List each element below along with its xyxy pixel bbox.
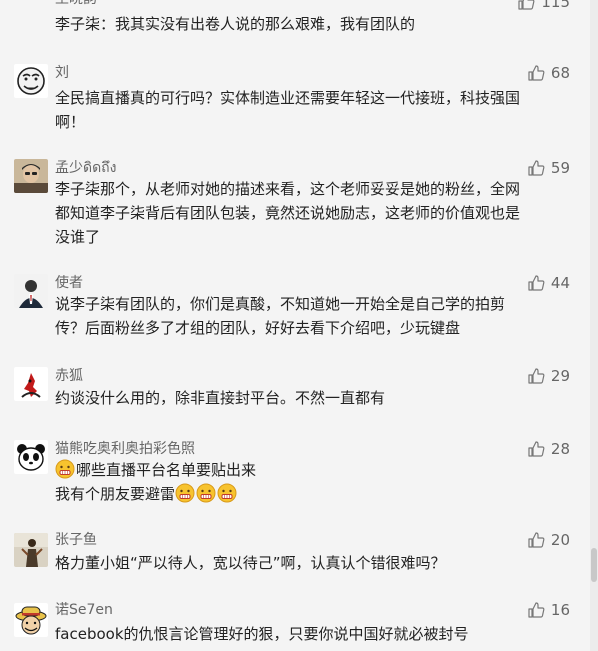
comment-text-segment: 我有个朋友要避雷 (55, 485, 176, 503)
comment-text-line: 哪些直播平台名单要贴出来 (55, 458, 575, 482)
thumbs-up-icon (527, 159, 545, 177)
avatar[interactable] (14, 367, 48, 401)
comment-text-line: 没谁了 (55, 228, 101, 246)
like-button[interactable]: 59 (527, 158, 570, 178)
comment-username[interactable]: 赤狐 (55, 367, 83, 385)
avatar[interactable] (14, 603, 48, 637)
scrollbar[interactable] (590, 0, 598, 651)
thumbs-up-icon (527, 64, 545, 82)
like-button[interactable]: 16 (527, 600, 570, 620)
comment-text-line: 都知道李子柒背后有团队包装，竟然还说她励志，这老师的价值观也是 (55, 204, 521, 222)
like-count: 29 (550, 367, 570, 385)
comment-text-line: facebook的仇恨言论管理好的狠，只要你说中国好就必被封号 (55, 625, 469, 643)
comment-username[interactable]: 猫熊吃奥利奥拍彩色照 (55, 440, 195, 458)
comment-text: 李子柒那个，从老师对她的描述来看，这个老师妥妥是她的粉丝，全网 都知道李子柒背后… (55, 177, 575, 249)
avatar[interactable] (14, 159, 48, 193)
avatar[interactable] (14, 533, 48, 567)
comment-text: 说李子柒有团队的，你们是真酸，不知道她一开始全是自己学的拍剪 传？后面粉丝多了才… (55, 292, 575, 340)
comment-item: 猫熊吃奥利奥拍彩色照 28 哪些直播平台名单要贴出来 我有个朋友要避雷 (0, 436, 590, 516)
avatar[interactable] (14, 440, 48, 474)
comment-text-line: 李子柒：我其实没有出卷人说的那么艰难，我有团队的 (55, 15, 416, 33)
comment-text: 哪些直播平台名单要贴出来 我有个朋友要避雷 (55, 458, 575, 506)
like-count: 115 (541, 0, 570, 11)
like-button[interactable]: 115 (517, 0, 570, 12)
scrollbar-thumb[interactable] (591, 548, 597, 582)
comment-text-line: 格力董小姐“严以待人，宽以待己”啊，认真认个错很难吗？ (55, 554, 446, 572)
like-count: 44 (550, 274, 570, 292)
like-button[interactable]: 28 (527, 439, 570, 459)
comment-item: 赤狐 29 约谈没什么用的，除非直接封平台。不然一直都有 (0, 363, 590, 423)
comment-text: 约谈没什么用的，除非直接封平台。不然一直都有 (55, 386, 575, 410)
thumbs-up-icon (527, 367, 545, 385)
comment-text-line: 约谈没什么用的，除非直接封平台。不然一直都有 (55, 389, 386, 407)
comment-username[interactable]: 刘 (55, 64, 69, 82)
comment-text: 全民搞直播真的可行吗？实体制造业还需要年轻这一代接班，科技强国 啊！ (55, 86, 575, 134)
like-button[interactable]: 68 (527, 63, 570, 83)
comment-text: 格力董小姐“严以待人，宽以待己”啊，认真认个错很难吗？ (55, 551, 575, 575)
comment-username[interactable]: 王晓韵 (55, 0, 97, 8)
like-count: 20 (550, 531, 570, 549)
thumbs-up-icon (517, 0, 535, 11)
comment-item: 张子鱼 20 格力董小姐“严以待人，宽以待己”啊，认真认个错很难吗？ (0, 529, 590, 589)
comment-text-line: 全民搞直播真的可行吗？实体制造业还需要年轻这一代接班，科技强国 (55, 89, 521, 107)
comment-text-segment: 哪些直播平台名单要贴出来 (76, 461, 257, 479)
thumbs-up-icon (527, 440, 545, 458)
grimace-emoji-icon (175, 483, 195, 503)
like-button[interactable]: 44 (527, 273, 570, 293)
grimace-emoji-icon (196, 483, 216, 503)
comment-item: 使者 44 说李子柒有团队的，你们是真酸，不知道她一开始全是自己学的拍剪 传？后… (0, 270, 590, 350)
comment-username[interactable]: 诺Se7en (55, 601, 113, 619)
like-button[interactable]: 20 (527, 530, 570, 550)
grimace-emoji-icon (217, 483, 237, 503)
comment-item: 孟少ดิดถึง 59 李子柒那个，从老师对她的描述来看，这个老师妥妥是她的粉丝… (0, 155, 590, 255)
comment-text-line: 我有个朋友要避雷 (55, 482, 575, 506)
comment-text-line: 啊！ (55, 113, 86, 131)
comment-list: 王晓韵 115 李子柒：我其实没有出卷人说的那么艰难，我有团队的 刘 68 全民… (0, 0, 590, 651)
avatar[interactable] (14, 274, 48, 308)
thumbs-up-icon (527, 531, 545, 549)
like-button[interactable]: 29 (527, 366, 570, 386)
thumbs-up-icon (527, 274, 545, 292)
comment-text: 李子柒：我其实没有出卷人说的那么艰难，我有团队的 (55, 12, 575, 36)
thumbs-up-icon (527, 601, 545, 619)
comment-text-line: 传？后面粉丝多了才组的团队，好好去看下介绍吧，少玩键盘 (55, 319, 461, 337)
comment-username[interactable]: 张子鱼 (55, 531, 97, 549)
comment-text-line: 李子柒那个，从老师对她的描述来看，这个老师妥妥是她的粉丝，全网 (55, 180, 521, 198)
comment-text: facebook的仇恨言论管理好的狠，只要你说中国好就必被封号 (55, 622, 575, 646)
comment-item: 刘 68 全民搞直播真的可行吗？实体制造业还需要年轻这一代接班，科技强国 啊！ (0, 60, 590, 140)
comment-username[interactable]: 使者 (55, 274, 83, 292)
comment-text-line: 说李子柒有团队的，你们是真酸，不知道她一开始全是自己学的拍剪 (55, 295, 506, 313)
comment-item: 王晓韵 115 李子柒：我其实没有出卷人说的那么艰难，我有团队的 (0, 0, 590, 40)
like-count: 59 (550, 159, 570, 177)
like-count: 16 (550, 601, 570, 619)
comment-item: 诺Se7en 16 facebook的仇恨言论管理好的狠，只要你说中国好就必被封… (0, 599, 590, 651)
avatar[interactable] (14, 64, 48, 98)
like-count: 68 (550, 64, 570, 82)
comment-username[interactable]: 孟少ดิดถึง (55, 159, 117, 177)
like-count: 28 (550, 440, 570, 458)
grimace-emoji-icon (55, 459, 75, 479)
